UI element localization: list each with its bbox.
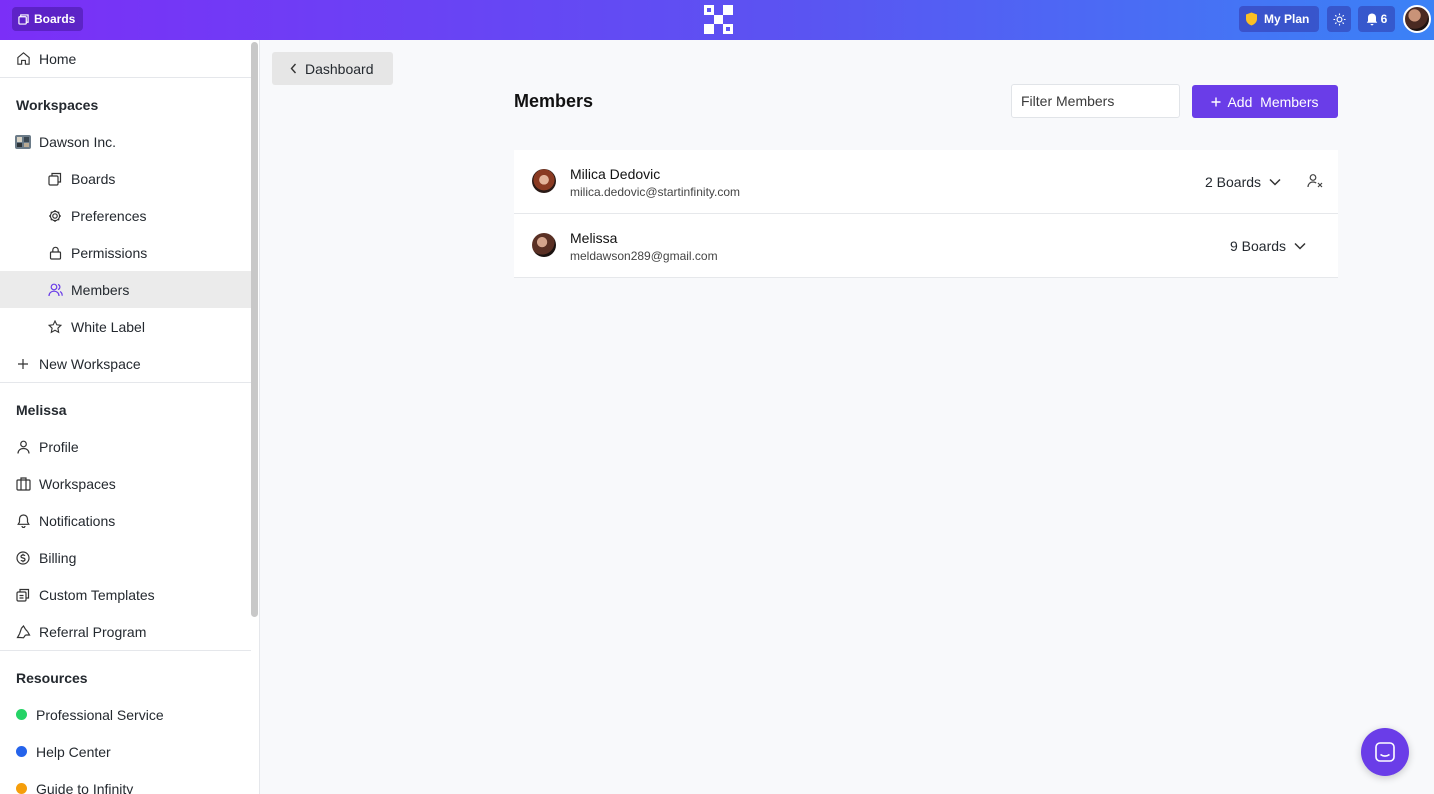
infinity-logo-icon[interactable] bbox=[704, 5, 733, 34]
member-boards-dropdown[interactable]: 2 Boards bbox=[1205, 174, 1281, 190]
remove-member-icon[interactable] bbox=[1307, 173, 1323, 189]
boards-button[interactable]: Boards bbox=[12, 7, 84, 31]
top-bar: Boards My Plan 6 bbox=[0, 0, 1434, 40]
back-button-label: Dashboard bbox=[305, 60, 374, 77]
boards-button-label: Boards bbox=[34, 12, 76, 26]
resources-heading: Resources bbox=[16, 670, 88, 686]
new-workspace-button[interactable]: New Workspace bbox=[0, 345, 251, 382]
page-title: Members bbox=[514, 91, 594, 111]
sidebar-item-help-center[interactable]: Help Center bbox=[0, 733, 251, 770]
divider bbox=[0, 77, 251, 78]
add-members-button[interactable]: Add Members bbox=[1192, 85, 1338, 118]
back-to-dashboard-button[interactable]: Dashboard bbox=[272, 52, 393, 85]
shield-icon bbox=[1246, 12, 1257, 26]
gear-icon bbox=[47, 208, 63, 224]
sidebar-item-label: Boards bbox=[71, 170, 116, 187]
sidebar-item-members[interactable]: Members bbox=[0, 271, 251, 308]
workspaces-heading: Workspaces bbox=[16, 97, 99, 113]
sidebar-item-white-label[interactable]: White Label bbox=[0, 308, 251, 345]
sidebar-item-guide-to-infinity[interactable]: Guide to Infinity bbox=[0, 770, 251, 794]
sidebar-item-boards[interactable]: Boards bbox=[0, 160, 251, 197]
sidebar-item-label: Members bbox=[71, 281, 130, 298]
help-icon bbox=[16, 746, 27, 757]
member-name: Milica Dedovic bbox=[570, 166, 661, 182]
chat-support-button[interactable] bbox=[1361, 728, 1409, 776]
member-boards-count: 9 Boards bbox=[1230, 238, 1287, 254]
notifications-button[interactable]: 6 bbox=[1358, 6, 1395, 32]
member-boards-count: 2 Boards bbox=[1205, 174, 1262, 190]
user-icon bbox=[15, 439, 31, 455]
my-plan-button[interactable]: My Plan bbox=[1239, 6, 1320, 32]
sidebar-item-label: Help Center bbox=[36, 743, 111, 760]
divider bbox=[0, 382, 251, 383]
sidebar-item-label: Custom Templates bbox=[39, 586, 155, 603]
member-name: Melissa bbox=[570, 230, 618, 246]
sidebar: Home Workspaces Dawson Inc. Boards Prefe… bbox=[0, 40, 260, 794]
lock-icon bbox=[47, 245, 63, 261]
workspace-name: Dawson Inc. bbox=[39, 133, 117, 150]
star-icon bbox=[47, 319, 63, 335]
sidebar-item-label: Billing bbox=[39, 549, 77, 566]
members-list: Milica Dedovic milica.dedovic@startinfin… bbox=[514, 150, 1338, 278]
sidebar-item-label: Guide to Infinity bbox=[36, 780, 134, 794]
sidebar-item-label: Workspaces bbox=[39, 475, 116, 492]
guide-icon bbox=[16, 783, 27, 794]
user-section-heading: Melissa bbox=[16, 402, 67, 418]
sidebar-item-label: Profile bbox=[39, 438, 79, 455]
theme-toggle-button[interactable] bbox=[1327, 6, 1351, 32]
my-plan-label: My Plan bbox=[1264, 12, 1310, 26]
home-icon bbox=[15, 51, 31, 67]
dollar-icon bbox=[15, 550, 31, 566]
chat-icon bbox=[1375, 742, 1395, 762]
sidebar-item-custom-templates[interactable]: Custom Templates bbox=[0, 576, 251, 613]
workspace-logo-icon bbox=[15, 134, 31, 150]
plus-icon bbox=[1211, 97, 1221, 106]
sidebar-item-referral-program[interactable]: Referral Program bbox=[0, 613, 251, 650]
member-email: milica.dedovic@startinfinity.com bbox=[570, 185, 741, 199]
plus-icon bbox=[15, 356, 31, 372]
bell-icon bbox=[15, 513, 31, 529]
member-row: Milica Dedovic milica.dedovic@startinfin… bbox=[514, 150, 1338, 214]
whatsapp-icon bbox=[16, 709, 27, 720]
sidebar-item-label: Permissions bbox=[71, 244, 148, 261]
chevron-left-icon bbox=[290, 63, 297, 74]
sidebar-item-home[interactable]: Home bbox=[0, 40, 251, 77]
building-icon bbox=[15, 476, 31, 492]
user-avatar[interactable] bbox=[1403, 5, 1431, 33]
member-avatar bbox=[532, 169, 556, 193]
sidebar-item-professional-service[interactable]: Professional Service bbox=[0, 696, 251, 733]
add-members-label: Add Members bbox=[1227, 93, 1319, 110]
workspace-dawson-inc[interactable]: Dawson Inc. bbox=[0, 123, 251, 160]
sidebar-item-label: Preferences bbox=[71, 207, 147, 224]
sidebar-item-workspaces[interactable]: Workspaces bbox=[0, 465, 251, 502]
sidebar-item-label: Notifications bbox=[39, 512, 116, 529]
sidebar-item-label: Referral Program bbox=[39, 623, 147, 640]
bell-icon bbox=[1366, 13, 1377, 25]
templates-icon bbox=[15, 587, 31, 603]
sidebar-item-label: New Workspace bbox=[39, 355, 141, 372]
boards-icon bbox=[47, 171, 63, 187]
boards-icon bbox=[18, 13, 29, 25]
notification-count: 6 bbox=[1380, 12, 1388, 26]
users-icon bbox=[47, 282, 63, 298]
sidebar-scrollbar[interactable] bbox=[251, 42, 258, 617]
divider bbox=[0, 650, 251, 651]
sidebar-item-billing[interactable]: Billing bbox=[0, 539, 251, 576]
chevron-down-icon bbox=[1269, 178, 1281, 186]
recycle-icon bbox=[15, 624, 31, 640]
member-row: Melissa meldawson289@gmail.com 9 Boards bbox=[514, 214, 1338, 278]
filter-members-input[interactable] bbox=[1011, 84, 1180, 118]
sidebar-item-label: Professional Service bbox=[36, 706, 164, 723]
sidebar-item-permissions[interactable]: Permissions bbox=[0, 234, 251, 271]
sidebar-item-preferences[interactable]: Preferences bbox=[0, 197, 251, 234]
sidebar-item-notifications[interactable]: Notifications bbox=[0, 502, 251, 539]
sidebar-item-label: White Label bbox=[71, 318, 145, 335]
chevron-down-icon bbox=[1294, 242, 1306, 250]
sidebar-item-profile[interactable]: Profile bbox=[0, 428, 251, 465]
member-email: meldawson289@gmail.com bbox=[570, 249, 718, 263]
member-avatar bbox=[532, 233, 556, 257]
sun-icon bbox=[1332, 12, 1346, 26]
member-boards-dropdown[interactable]: 9 Boards bbox=[1230, 238, 1306, 254]
sidebar-item-label: Home bbox=[39, 50, 77, 67]
